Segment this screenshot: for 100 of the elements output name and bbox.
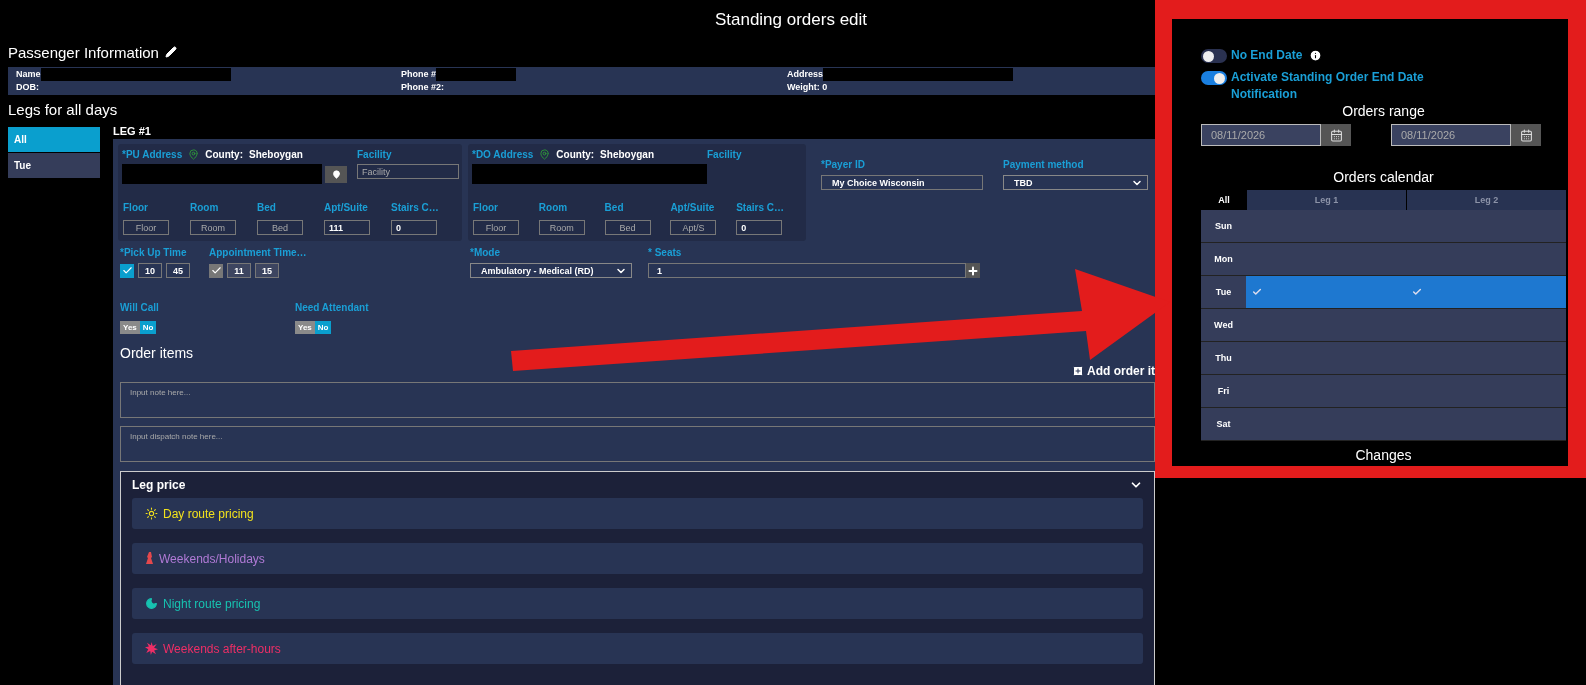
sun-icon (145, 507, 158, 520)
field-label: Will Call (120, 302, 160, 313)
hour-field[interactable]: 10 (138, 263, 162, 278)
note-field[interactable]: Input dispatch note here... (120, 426, 1155, 462)
section-title: Orders range (1342, 103, 1425, 119)
field-label: *Mode (470, 247, 501, 258)
seats-field[interactable]: 1 (648, 263, 966, 278)
input-field[interactable]: Room (538, 220, 585, 235)
mode-select[interactable]: Ambulatory - Medical (RD) (470, 263, 632, 278)
calendar-button[interactable] (1511, 124, 1541, 146)
day-cell: Thu (1201, 342, 1246, 375)
checkbox[interactable] (120, 263, 134, 278)
field-label: Appointment Time… (209, 247, 308, 258)
date-field[interactable]: 08/11/2026 (1391, 124, 1511, 146)
input-field[interactable]: Bed (604, 220, 651, 235)
field-label: Apt/Suite (324, 202, 368, 213)
input-field[interactable]: 0 (736, 220, 783, 235)
field-label: Floor (123, 202, 148, 213)
day-tab[interactable]: Tue (8, 153, 100, 178)
field-label: * Seats (648, 247, 683, 258)
calendar-cell[interactable] (1406, 243, 1566, 276)
calendar-icon (1329, 128, 1343, 142)
field-label: Stairs C… (736, 202, 784, 213)
calendar-cell[interactable] (1406, 276, 1566, 309)
payment-select[interactable]: TBD (1003, 175, 1148, 190)
date-field[interactable]: 08/11/2026 (1201, 124, 1321, 146)
day-cell: Fri (1201, 375, 1246, 408)
calendar-cell[interactable] (1406, 342, 1566, 375)
info-label: Address (787, 68, 823, 80)
calendar-tab[interactable]: Leg 1 (1246, 190, 1406, 210)
calendar-cell[interactable] (1246, 276, 1406, 309)
panel-title: Leg price (132, 478, 186, 492)
input-field[interactable]: Room (190, 220, 236, 235)
input-field[interactable]: Bed (257, 220, 303, 235)
check-icon (210, 265, 222, 276)
calendar-cell[interactable] (1406, 309, 1566, 342)
field-label: *Payer ID (821, 159, 866, 170)
info-label: Weight: 0 (787, 81, 828, 93)
check-icon (121, 265, 133, 276)
input-field[interactable]: Floor (473, 220, 519, 235)
field-label: Stairs C… (391, 202, 439, 213)
field-label: Bed (257, 202, 276, 213)
day-cell: Mon (1201, 243, 1246, 276)
toggle-label: Activate Standing Order End Date Notification (1231, 69, 1425, 103)
calendar-tab[interactable]: Leg 2 (1406, 190, 1566, 210)
county-label: County: (556, 149, 595, 160)
field-label: Payment method (1003, 159, 1085, 170)
input-field[interactable]: Apt/S (670, 220, 717, 235)
field-label: Room (190, 202, 219, 213)
field-label: Need Attendant (295, 302, 370, 313)
field-label: Apt/Suite (670, 202, 715, 213)
input-field[interactable]: 0 (391, 220, 437, 235)
figure-icon (145, 552, 154, 565)
add-seat-button[interactable] (966, 263, 980, 278)
pricing-label: Weekends/Holidays (159, 551, 265, 566)
add-order-item-button[interactable]: Add order it (1072, 364, 1155, 378)
input-field[interactable]: 111 (324, 220, 370, 235)
section-heading: Legs for all days (8, 101, 118, 118)
starburst-icon (145, 642, 158, 655)
info-label: Phone # (401, 68, 436, 80)
info-label: Phone #2: (401, 81, 444, 93)
check-icon (1412, 287, 1422, 297)
day-cell: Sun (1201, 210, 1246, 243)
field-label: Floor (473, 202, 498, 213)
pricing-label: Day route pricing (163, 506, 254, 521)
pricing-row[interactable]: Weekends/Holidays (132, 543, 1143, 574)
pencil-icon[interactable] (164, 46, 177, 58)
pricing-label: Weekends after-hours (163, 641, 281, 656)
location-button[interactable] (325, 165, 347, 183)
calendar-cell[interactable] (1406, 408, 1566, 441)
input-field[interactable]: Floor (123, 220, 169, 235)
field-label: Facility (357, 149, 393, 160)
plus-icon (967, 264, 979, 277)
facility-field[interactable]: Facility (357, 164, 459, 179)
pin-icon (188, 149, 200, 160)
pricing-row[interactable]: Night route pricing (132, 588, 1143, 619)
pricing-row[interactable]: Day route pricing (132, 498, 1143, 529)
section-heading: Order items (120, 345, 194, 361)
check-icon (1252, 287, 1262, 297)
pin-icon (331, 169, 341, 179)
toggle-switch[interactable] (1201, 49, 1227, 63)
day-cell: Sat (1201, 408, 1246, 441)
leg-title: LEG #1 (113, 125, 152, 139)
section-title: Orders calendar (1333, 169, 1434, 185)
county-value: Sheboygan (600, 149, 654, 160)
field-label: *DO Address (472, 149, 534, 160)
minute-field[interactable]: 45 (166, 263, 190, 278)
toggle-switch[interactable] (1201, 71, 1227, 85)
note-field[interactable]: Input note here... (120, 382, 1155, 418)
section-heading: Passenger Information (8, 43, 159, 61)
calendar-cell[interactable] (1406, 375, 1566, 408)
field-label: Bed (604, 202, 624, 213)
day-cell: Tue (1201, 276, 1246, 309)
calendar-button[interactable] (1321, 124, 1351, 146)
payer-field[interactable]: My Choice Wisconsin (821, 175, 983, 190)
county-value: Sheboygan (249, 149, 303, 160)
moon-icon (145, 597, 158, 610)
field-label: Facility (707, 149, 743, 160)
calendar-cell[interactable] (1406, 210, 1566, 243)
pricing-label: Night route pricing (163, 596, 261, 611)
